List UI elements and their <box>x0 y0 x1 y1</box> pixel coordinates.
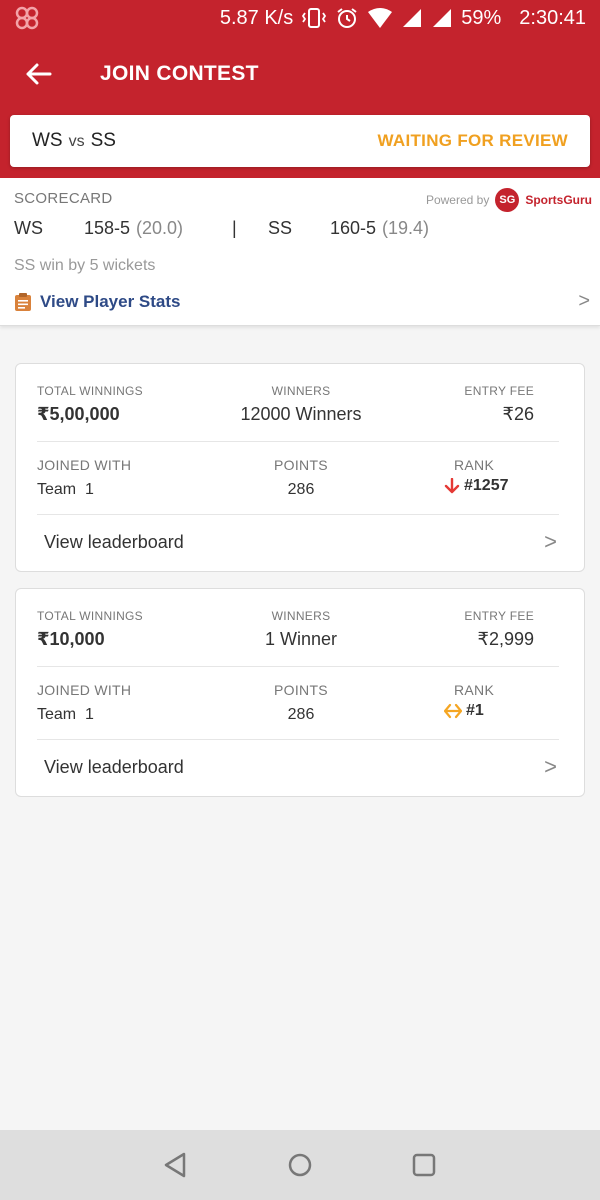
powered-by-label: Powered by <box>425 193 490 207</box>
network-speed: 5.87 K/s <box>219 6 294 29</box>
match-result: SS win by 5 wickets <box>14 257 156 274</box>
no-change-icon <box>444 703 462 719</box>
score-row: WS 158-5 (20.0) | SS 160-5 (19.4) <box>14 218 584 246</box>
points: POINTS 286 <box>251 457 351 499</box>
view-leaderboard-link[interactable]: View leaderboard <box>44 532 184 553</box>
total-winnings-value: ₹5,00,000 <box>37 404 120 424</box>
joined-with-value: Team 1 <box>37 706 94 723</box>
total-winnings-value: ₹10,000 <box>37 629 105 649</box>
signal-icon-2 <box>433 9 452 27</box>
divider <box>37 739 559 740</box>
entry-fee: ENTRY FEE ₹26 <box>464 384 534 425</box>
rank: RANK #1 <box>444 682 494 720</box>
battery-level: 59% <box>461 6 502 29</box>
vs-label: vs <box>68 133 85 150</box>
sportsguru-logo-icon: SG <box>495 188 520 212</box>
winners-label: WINNERS <box>271 384 331 398</box>
divider <box>37 514 559 515</box>
view-leaderboard-link[interactable]: View leaderboard <box>44 757 184 778</box>
winners-value: 12000 Winners <box>240 404 362 424</box>
view-player-stats-link[interactable]: View Player Stats > <box>14 290 594 313</box>
back-button[interactable] <box>0 36 80 112</box>
recents-square-icon[interactable] <box>410 1151 438 1179</box>
rank-value-row: #1 <box>444 702 494 720</box>
winners: WINNERS 12000 Winners <box>226 384 376 425</box>
entry-fee-label: ENTRY FEE <box>464 609 534 623</box>
wifi-icon <box>368 8 393 28</box>
winners: WINNERS 1 Winner <box>226 609 376 650</box>
chevron-right-icon[interactable]: > <box>544 529 557 555</box>
rank-label: RANK <box>454 682 495 698</box>
points-value: 286 <box>287 706 315 723</box>
view-player-stats-label: View Player Stats <box>40 291 181 311</box>
app-bar: JOIN CONTEST <box>0 36 600 112</box>
contest-card: TOTAL WINNINGS ₹5,00,000 WINNERS 12000 W… <box>15 363 585 572</box>
scorecard-heading: SCORECARD <box>14 190 113 207</box>
joined-with: JOINED WITH Team 1 <box>37 457 131 499</box>
score-team2-overs: (19.4) <box>382 218 430 238</box>
rank-value: #1257 <box>464 477 509 494</box>
total-winnings: TOTAL WINNINGS ₹10,000 <box>37 609 143 650</box>
joined-with-label: JOINED WITH <box>37 682 132 698</box>
divider <box>37 441 559 442</box>
rank-value: #1 <box>466 702 484 719</box>
sportsguru-name: SportsGuru <box>525 193 592 207</box>
chevron-right-icon: > <box>578 290 590 312</box>
alarm-icon <box>337 8 357 28</box>
chevron-right-icon[interactable]: > <box>544 754 557 780</box>
entry-fee-label: ENTRY FEE <box>464 384 534 398</box>
app-notification-icon <box>15 6 39 30</box>
winners-value: 1 Winner <box>264 629 338 649</box>
rank-label: RANK <box>454 457 495 473</box>
back-triangle-icon[interactable] <box>162 1151 190 1179</box>
winners-label: WINNERS <box>271 609 331 623</box>
points: POINTS 286 <box>251 682 351 724</box>
score-team1-runs: 158-5 <box>84 218 131 238</box>
down-arrow-icon <box>444 478 460 494</box>
system-navigation-bar <box>0 1130 600 1200</box>
clipboard-icon <box>15 292 31 311</box>
score-team2-runs: 160-5 <box>330 218 377 238</box>
points-label: POINTS <box>274 682 328 698</box>
team2-name: SS <box>90 130 116 151</box>
score-team1: WS <box>14 218 43 238</box>
powered-by: Powered by SG SportsGuru <box>426 188 592 212</box>
clock: 2:30:41 <box>519 6 586 29</box>
home-circle-icon[interactable] <box>286 1151 314 1179</box>
joined-with: JOINED WITH Team 1 <box>37 682 131 724</box>
contest-card: TOTAL WINNINGS ₹10,000 WINNERS 1 Winner … <box>15 588 585 797</box>
signal-icon <box>403 9 422 27</box>
joined-with-label: JOINED WITH <box>37 457 132 473</box>
rank-value-row: #1257 <box>444 477 509 495</box>
vibrate-icon <box>302 8 327 28</box>
total-winnings: TOTAL WINNINGS ₹5,00,000 <box>37 384 143 425</box>
score-team2: SS <box>268 218 293 238</box>
entry-fee: ENTRY FEE ₹2,999 <box>464 609 534 650</box>
score-divider: | <box>232 218 237 238</box>
score-team1-overs: (20.0) <box>136 218 184 238</box>
team1-name: WS <box>32 130 63 151</box>
match-status: WAITING FOR REVIEW <box>377 131 568 150</box>
entry-fee-value: ₹2,999 <box>477 629 535 649</box>
joined-with-value: Team 1 <box>37 481 94 498</box>
status-bar: 5.87 K/s 59% 2:30:41 <box>0 0 600 36</box>
divider <box>37 666 559 667</box>
page-title: JOIN CONTEST <box>100 62 259 85</box>
back-arrow-icon <box>26 63 52 85</box>
rank: RANK #1257 <box>444 457 509 495</box>
match-card[interactable]: WS vs SS WAITING FOR REVIEW <box>10 115 590 167</box>
points-label: POINTS <box>274 457 328 473</box>
entry-fee-value: ₹26 <box>502 404 534 424</box>
total-winnings-label: TOTAL WINNINGS <box>37 609 143 623</box>
scorecard-panel: SCORECARD Powered by SG SportsGuru WS 15… <box>0 178 600 326</box>
match-teams: WS vs SS <box>32 130 116 152</box>
points-value: 286 <box>287 481 315 498</box>
total-winnings-label: TOTAL WINNINGS <box>37 384 143 398</box>
